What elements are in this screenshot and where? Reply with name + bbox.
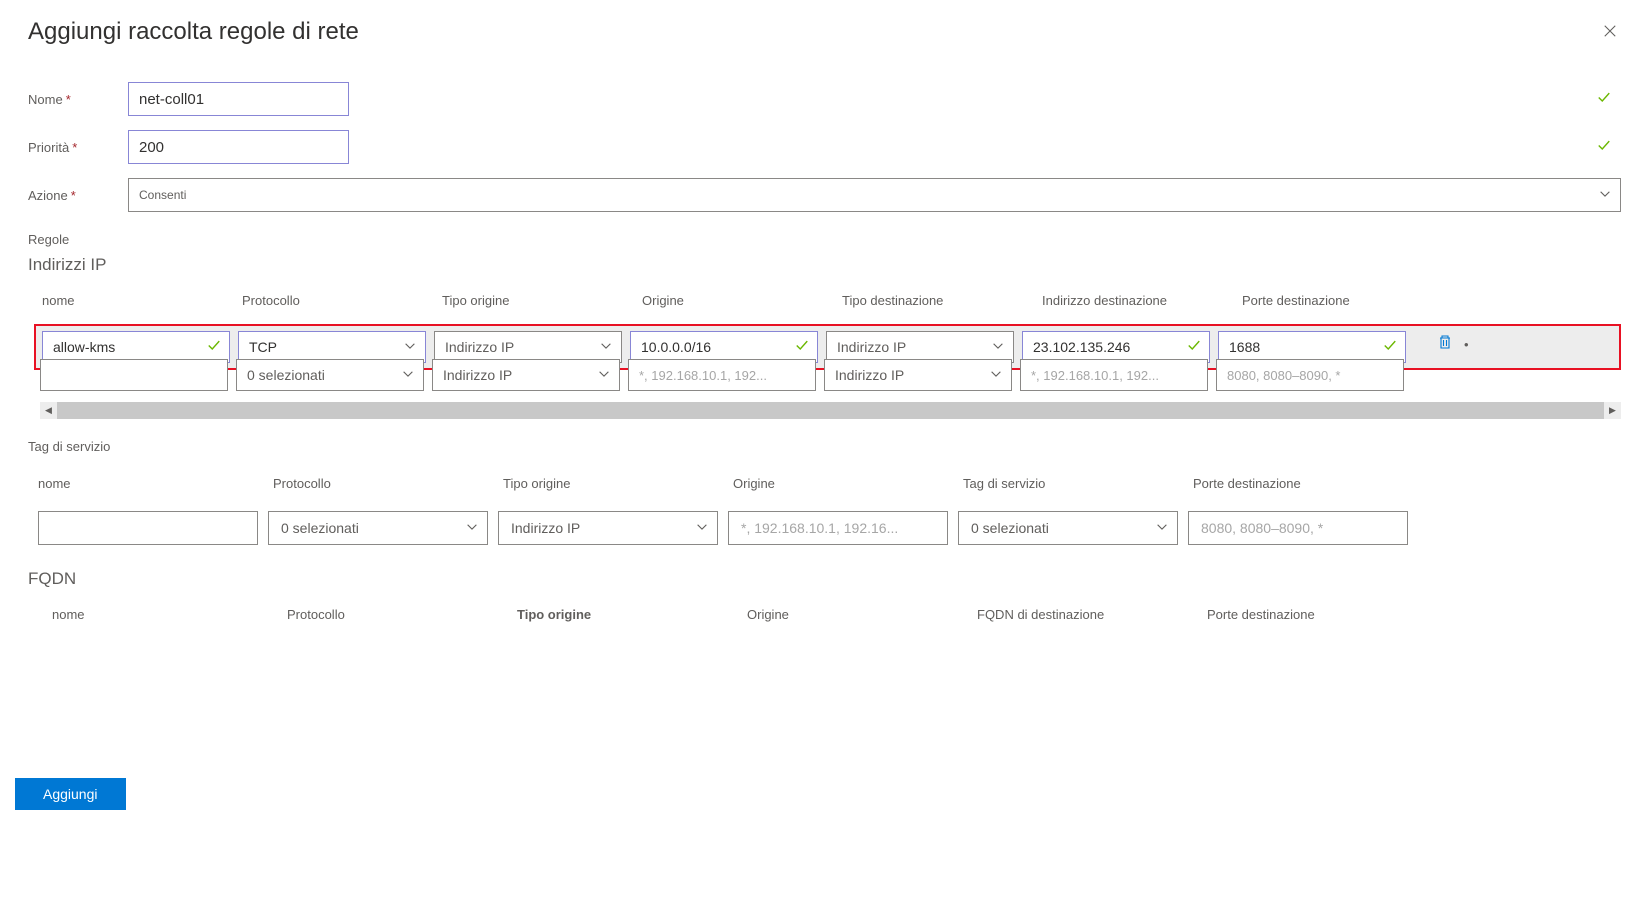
chevron-down-icon <box>1598 187 1612 204</box>
col-protocol: Protocollo <box>242 293 442 308</box>
svc-tag-select[interactable]: 0 selezionati <box>958 511 1178 545</box>
col-dest-ports: Porte destinazione <box>1242 293 1442 308</box>
delete-row-button[interactable] <box>1434 334 1456 354</box>
svc-col-origin: Origine <box>733 476 963 491</box>
chevron-down-icon <box>1155 520 1169 537</box>
fqdn-col-name: nome <box>52 607 287 622</box>
chevron-down-icon <box>695 520 709 537</box>
check-icon <box>1383 339 1397 356</box>
chevron-down-icon <box>401 367 415 384</box>
svc-name-input[interactable] <box>38 511 258 545</box>
rule-origin-type-select[interactable]: Indirizzo IP <box>432 359 620 391</box>
service-tag-heading: Tag di servizio <box>28 439 1621 454</box>
svc-col-protocol: Protocollo <box>273 476 503 491</box>
check-icon <box>207 339 221 356</box>
action-label: Azione* <box>28 188 128 203</box>
check-icon <box>795 339 809 356</box>
chevron-down-icon <box>989 367 1003 384</box>
svc-col-dest-ports: Porte destinazione <box>1193 476 1393 491</box>
chevron-down-icon <box>403 339 417 356</box>
scroll-left-button[interactable]: ◀ <box>40 402 57 419</box>
col-dest-addr: Indirizzo destinazione <box>1042 293 1242 308</box>
fqdn-col-fqdn-dest: FQDN di destinazione <box>977 607 1207 622</box>
chevron-down-icon <box>991 339 1005 356</box>
add-button[interactable]: Aggiungi <box>15 778 126 810</box>
fqdn-col-origin: Origine <box>747 607 977 622</box>
rule-dest-ports-input[interactable]: 8080, 8080–8090, * <box>1216 359 1404 391</box>
svc-col-svc-tag: Tag di servizio <box>963 476 1193 491</box>
check-icon <box>1187 339 1201 356</box>
rule-name-input[interactable] <box>40 359 228 391</box>
col-name: nome <box>42 293 242 308</box>
rule-origin-input[interactable]: *, 192.168.10.1, 192... <box>628 359 816 391</box>
rule-protocol-select[interactable]: 0 selezionati <box>236 359 424 391</box>
action-select[interactable]: Consenti <box>128 178 1621 212</box>
col-origin-type: Tipo origine <box>442 293 642 308</box>
rules-section-label: Regole <box>28 232 1621 247</box>
name-input[interactable] <box>128 82 349 116</box>
rule-row-empty: 0 selezionati Indirizzo IP *, 192.168.10… <box>34 354 1621 396</box>
priority-label: Priorità* <box>28 140 128 155</box>
col-dest-type: Tipo destinazione <box>842 293 1042 308</box>
scroll-track[interactable] <box>57 402 1604 419</box>
fqdn-col-dest-ports: Porte destinazione <box>1207 607 1407 622</box>
page-title: Aggiungi raccolta regole di rete <box>28 18 359 46</box>
col-origin: Origine <box>642 293 842 308</box>
svc-col-origin-type: Tipo origine <box>503 476 733 491</box>
action-value: Consenti <box>139 188 186 202</box>
check-icon <box>1597 139 1611 156</box>
svc-protocol-select[interactable]: 0 selezionati <box>268 511 488 545</box>
close-button[interactable] <box>1599 18 1621 47</box>
chevron-down-icon <box>599 339 613 356</box>
svc-origin-type-select[interactable]: Indirizzo IP <box>498 511 718 545</box>
check-icon <box>1597 91 1611 108</box>
close-icon <box>1603 24 1617 38</box>
chevron-down-icon <box>597 367 611 384</box>
scroll-right-button[interactable]: ▶ <box>1604 402 1621 419</box>
horizontal-scrollbar[interactable]: ◀ ▶ <box>40 402 1621 419</box>
fqdn-col-origin-type: Tipo origine <box>517 607 747 622</box>
more-options-button[interactable]: • <box>1460 337 1473 352</box>
chevron-down-icon <box>465 520 479 537</box>
service-tag-row-empty: 0 selezionati Indirizzo IP *, 192.168.10… <box>28 511 1621 545</box>
svc-col-name: nome <box>38 476 273 491</box>
ip-addresses-heading: Indirizzi IP <box>28 255 1621 275</box>
name-label: Nome* <box>28 92 128 107</box>
fqdn-col-protocol: Protocollo <box>287 607 517 622</box>
fqdn-heading: FQDN <box>28 569 1621 589</box>
priority-input[interactable] <box>128 130 349 164</box>
rule-dest-addr-input[interactable]: *, 192.168.10.1, 192... <box>1020 359 1208 391</box>
rule-dest-type-select[interactable]: Indirizzo IP <box>824 359 1012 391</box>
svc-origin-input[interactable]: *, 192.168.10.1, 192.16... <box>728 511 948 545</box>
svc-dest-ports-input[interactable]: 8080, 8080–8090, * <box>1188 511 1408 545</box>
